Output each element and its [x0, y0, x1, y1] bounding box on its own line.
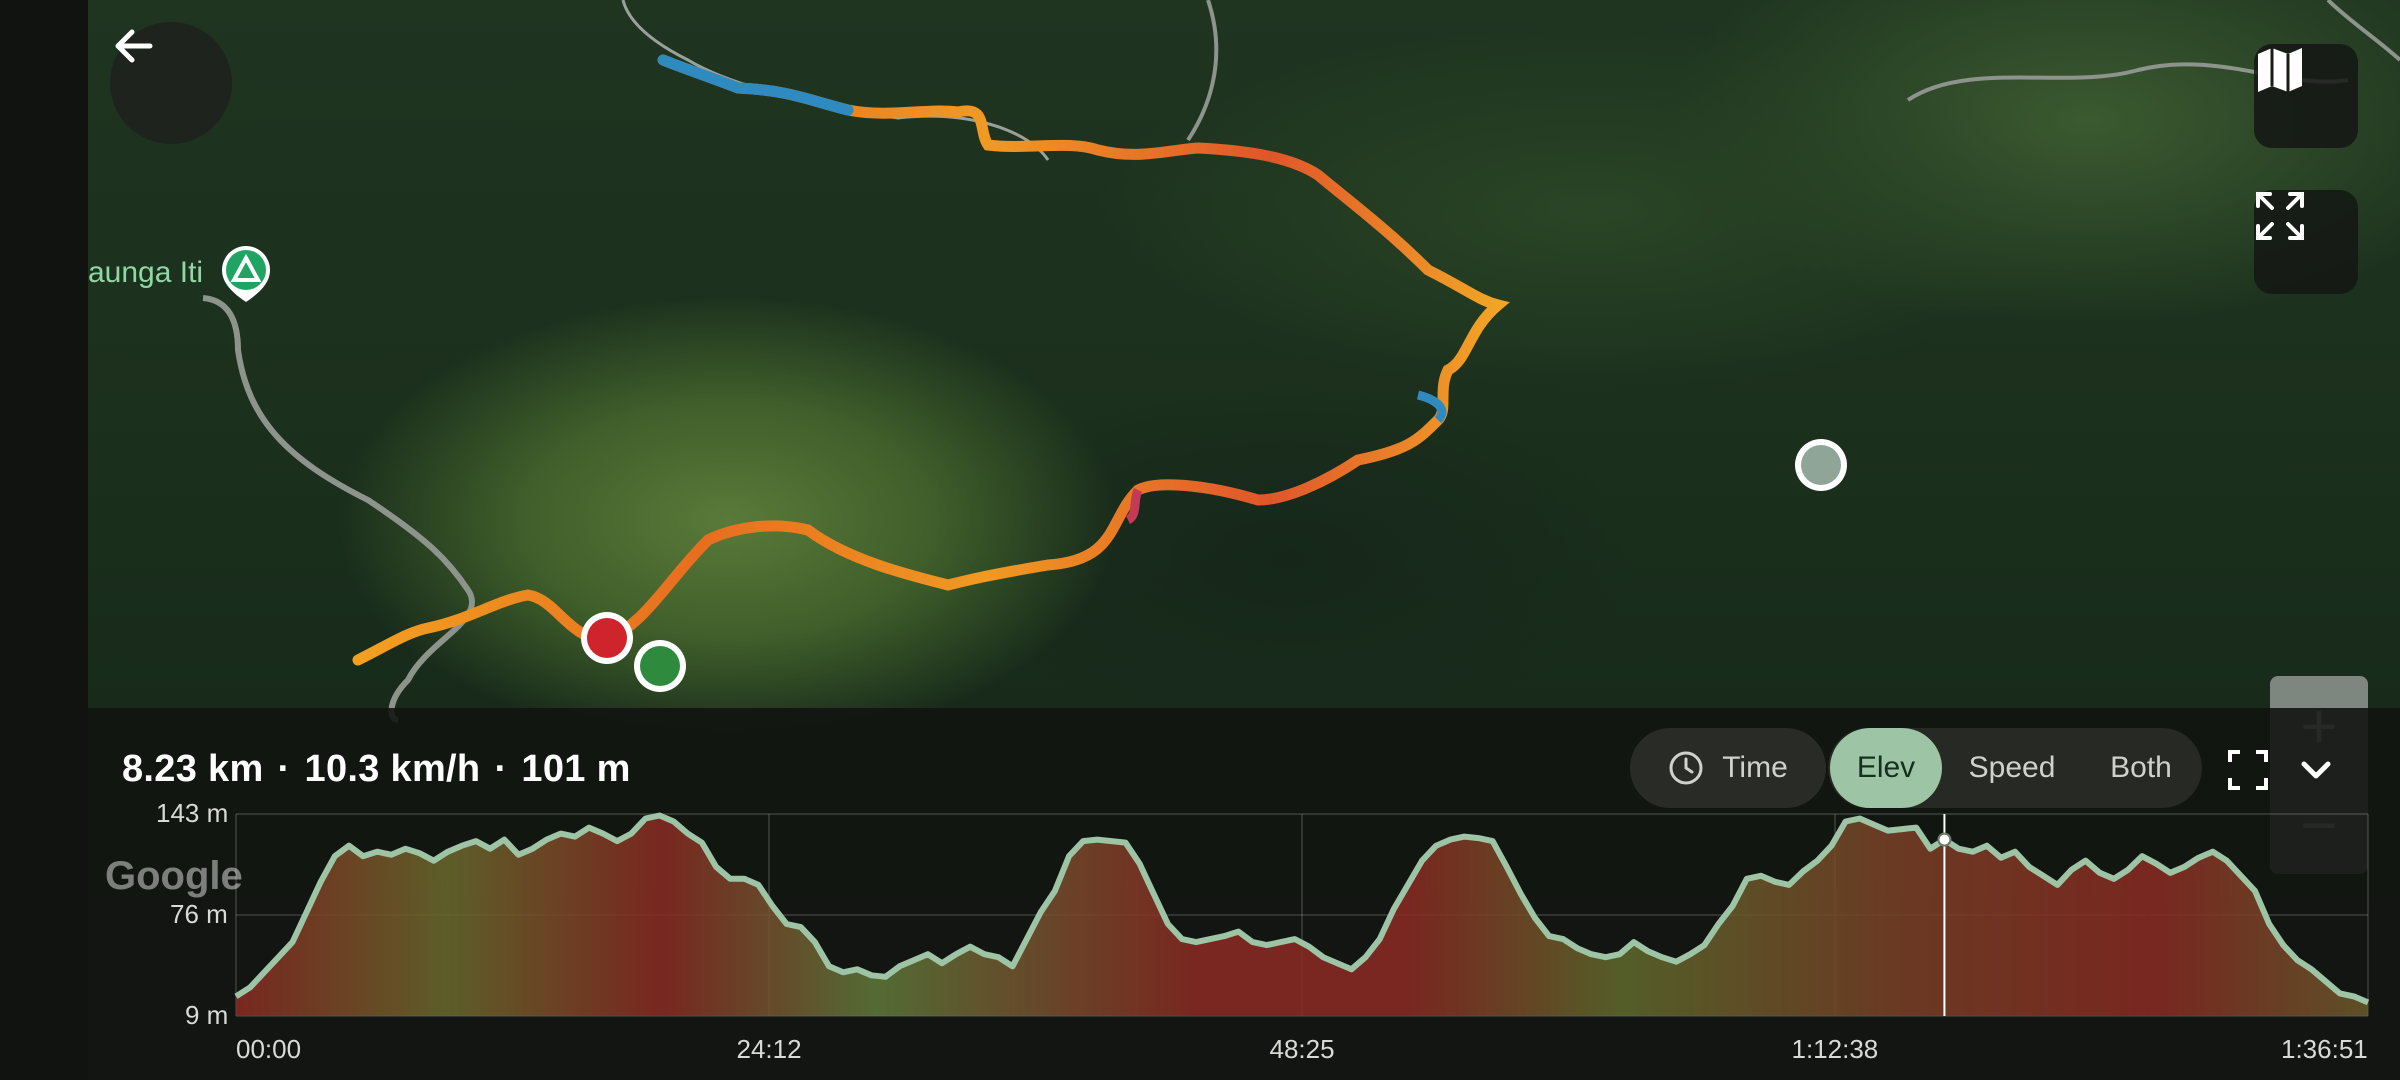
- x-tick-label: 1:12:38: [1791, 1034, 1879, 1064]
- x-tick-label: 48:25: [1269, 1034, 1335, 1064]
- y-tick-label: 9 m: [185, 1000, 229, 1030]
- chart-cursor-dot[interactable]: [1937, 832, 1952, 847]
- elevation-chart[interactable]: [0, 0, 2400, 1080]
- y-tick-label: 143 m: [156, 798, 229, 828]
- x-tick-label: 00:00: [236, 1034, 302, 1064]
- x-tick-label: 1:36:51: [2281, 1034, 2368, 1064]
- y-tick-label: 76 m: [170, 899, 228, 929]
- x-tick-label: 24:12: [736, 1034, 802, 1064]
